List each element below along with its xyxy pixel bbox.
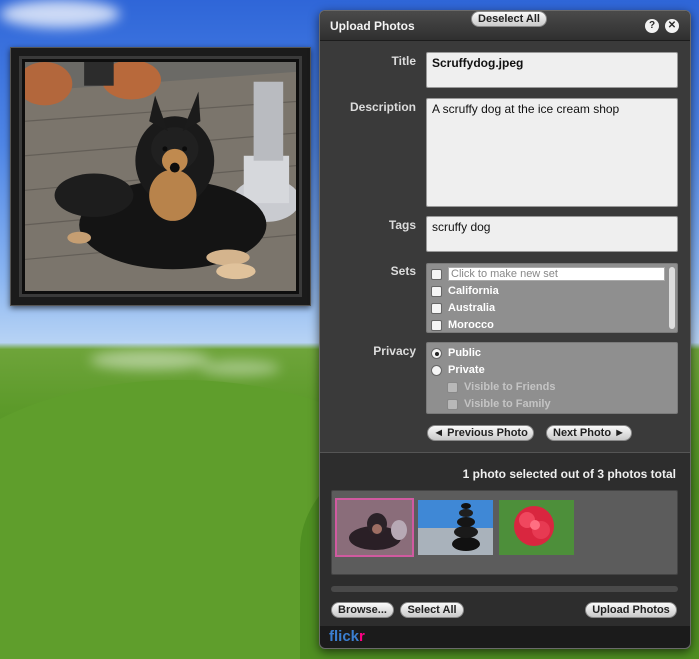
set-label: Australia xyxy=(448,302,496,314)
visible-family-option[interactable]: Visible to Family xyxy=(447,396,551,412)
flickr-logo: flickr xyxy=(329,628,365,645)
sets-label: Sets xyxy=(390,264,416,278)
friends-checkbox[interactable] xyxy=(447,381,458,393)
set-label: California xyxy=(448,285,499,297)
description-field[interactable]: A scruffy dog at the ice cream shop xyxy=(426,98,678,207)
panel-footer: flickr xyxy=(320,626,690,648)
tags-field[interactable]: scruffy dog xyxy=(426,216,678,252)
private-radio[interactable] xyxy=(431,364,442,376)
set-checkbox[interactable] xyxy=(431,302,442,314)
photo-thumbnail-strip xyxy=(331,490,678,575)
thumbnail-stones[interactable] xyxy=(418,500,493,555)
visible-friends-label: Visible to Friends xyxy=(464,381,556,393)
new-set-input[interactable]: Click to make new set xyxy=(448,267,665,281)
privacy-label: Privacy xyxy=(373,344,416,358)
set-item-california[interactable]: California xyxy=(431,283,499,299)
sets-list: Click to make new set California Austral… xyxy=(426,263,678,333)
next-photo-button[interactable]: Next Photo ► xyxy=(546,425,632,441)
upload-progress-bar xyxy=(331,586,678,592)
select-all-button[interactable]: Select All xyxy=(400,602,464,618)
close-icon[interactable]: ✕ xyxy=(665,19,679,33)
flickr-logo-part1: flick xyxy=(329,628,360,645)
thumbnail-dog[interactable] xyxy=(335,498,414,557)
description-label: Description xyxy=(349,100,416,114)
privacy-public-option[interactable]: Public xyxy=(431,345,481,361)
set-checkbox[interactable] xyxy=(431,319,442,331)
flickr-logo-part2: r xyxy=(359,628,365,645)
new-set-checkbox[interactable] xyxy=(431,268,442,280)
selection-summary: 1 photo selected out of 3 photos total xyxy=(462,467,676,481)
set-label: Morocco xyxy=(448,319,494,331)
photo-preview-frame xyxy=(10,47,311,306)
help-icon[interactable]: ? xyxy=(645,19,659,33)
tags-label: Tags xyxy=(388,218,416,232)
privacy-option-label: Private xyxy=(448,364,485,376)
privacy-option-label: Public xyxy=(448,347,482,359)
title-field[interactable]: Scruffydog.jpeg xyxy=(426,52,678,88)
family-checkbox[interactable] xyxy=(447,398,458,410)
browse-button[interactable]: Browse... xyxy=(331,602,394,618)
deselect-all-button[interactable]: Deselect All xyxy=(471,11,547,27)
set-item-australia[interactable]: Australia xyxy=(431,300,495,316)
privacy-options: Public Private Visible to Friends Visibl… xyxy=(426,342,678,414)
title-label: Title xyxy=(391,54,416,68)
visible-family-label: Visible to Family xyxy=(464,398,551,410)
visible-friends-option[interactable]: Visible to Friends xyxy=(447,379,556,395)
set-checkbox[interactable] xyxy=(431,285,442,297)
new-set-row[interactable]: Click to make new set xyxy=(431,266,665,282)
thumbnail-flower[interactable] xyxy=(499,500,574,555)
upload-photos-button[interactable]: Upload Photos xyxy=(585,602,677,618)
panel-title: Upload Photos xyxy=(330,19,415,33)
upload-photos-panel: Upload Photos ? ✕ Title Scruffydog.jpeg … xyxy=(319,10,691,649)
public-radio[interactable] xyxy=(431,347,442,359)
set-item-morocco[interactable]: Morocco xyxy=(431,317,494,333)
dog-photo xyxy=(25,62,296,291)
section-divider xyxy=(320,452,690,453)
privacy-private-option[interactable]: Private xyxy=(431,362,485,378)
sets-scrollbar[interactable] xyxy=(669,267,675,329)
previous-photo-button[interactable]: ◄ Previous Photo xyxy=(427,425,534,441)
